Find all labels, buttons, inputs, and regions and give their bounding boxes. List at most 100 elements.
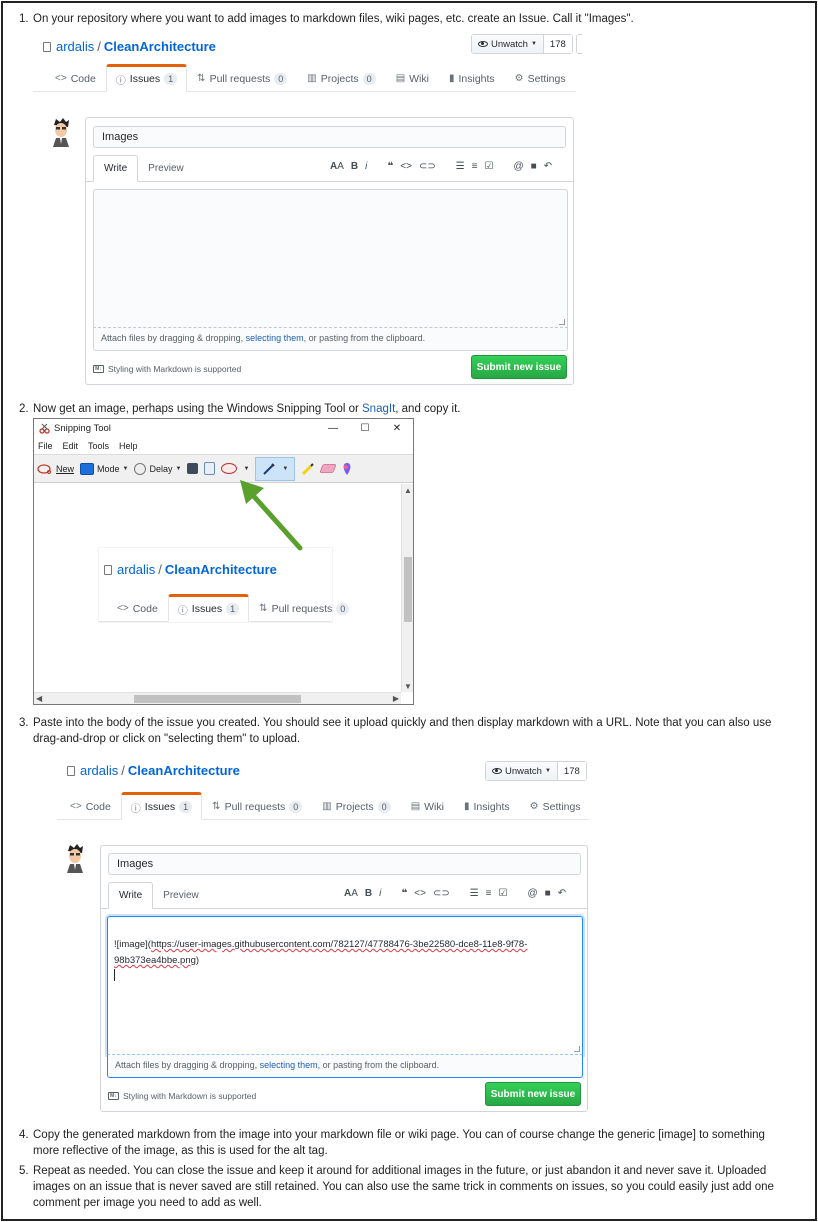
mention-icon[interactable]: @: [513, 161, 523, 172]
tab-pull-requests[interactable]: ⇅ Pull requests 0: [202, 792, 312, 820]
link-icon[interactable]: ⊂⊃: [433, 888, 450, 899]
reply-icon[interactable]: ↶: [558, 888, 566, 899]
send-snip-icon[interactable]: [221, 463, 238, 474]
code-icon[interactable]: <>: [414, 888, 426, 899]
task-list-icon[interactable]: ☑: [485, 161, 494, 172]
tab-preview[interactable]: Preview: [138, 155, 194, 181]
quote-icon[interactable]: ❝: [387, 161, 393, 172]
bold-icon[interactable]: B: [365, 888, 372, 899]
header-icon[interactable]: AA: [330, 161, 344, 172]
bookmark-icon[interactable]: ■: [545, 888, 551, 899]
bullet-list-icon[interactable]: ☰: [456, 161, 465, 172]
highlighter-icon[interactable]: [301, 462, 315, 476]
tab-issues[interactable]: ⓘ Issues 1: [105, 64, 188, 92]
repo-name-link[interactable]: CleanArchitecture: [104, 39, 216, 54]
save-icon[interactable]: [187, 463, 199, 474]
bookmark-icon[interactable]: ■: [531, 161, 537, 172]
markdown-support-note[interactable]: M↓ Styling with Markdown is supported: [108, 1091, 256, 1101]
star-button-edge[interactable]: [576, 34, 582, 54]
unwatch-button[interactable]: Unwatch ▼: [486, 762, 558, 780]
issue-title-input[interactable]: Images: [108, 853, 581, 875]
paint-3d-icon[interactable]: [341, 462, 353, 476]
pen-tool-button[interactable]: ▼: [255, 456, 296, 481]
eraser-icon[interactable]: [319, 464, 337, 473]
quote-icon[interactable]: ❝: [401, 888, 407, 899]
markdown-support-note[interactable]: M↓ Styling with Markdown is supported: [93, 364, 241, 374]
delay-button[interactable]: Delay ▼: [134, 462, 182, 475]
tab-projects[interactable]: ▥ Projects 0: [297, 64, 385, 92]
watch-button-group[interactable]: Unwatch ▼ 178: [485, 761, 587, 781]
tab-projects[interactable]: ▥ Projects 0: [312, 792, 400, 820]
menu-file[interactable]: File: [38, 441, 53, 451]
tab-preview[interactable]: Preview: [153, 882, 209, 908]
link-icon[interactable]: ⊂⊃: [419, 161, 436, 172]
step-number: 1.: [19, 13, 29, 25]
snagit-link[interactable]: SnagIt: [362, 403, 395, 415]
tab-pull-requests[interactable]: ⇅ Pull requests 0: [187, 64, 297, 92]
chevron-down-icon[interactable]: ▼: [282, 466, 288, 472]
maximize-icon[interactable]: ☐: [349, 419, 381, 438]
header-icon[interactable]: AA: [344, 888, 358, 899]
chevron-down-icon[interactable]: ▼: [123, 466, 129, 472]
clock-icon: [134, 462, 147, 475]
mode-button[interactable]: Mode ▼: [80, 462, 129, 475]
watch-button-group[interactable]: Unwatch ▼ 178: [471, 34, 573, 54]
italic-icon[interactable]: i: [365, 161, 367, 172]
resize-handle[interactable]: [559, 319, 565, 325]
tab-settings[interactable]: ⚙ Settings: [505, 64, 576, 92]
tab-issues[interactable]: ⓘ Issues 1: [120, 792, 203, 820]
issue-body-textarea[interactable]: [93, 189, 568, 328]
repo-owner-link[interactable]: ardalis: [80, 763, 118, 778]
menu-edit[interactable]: Edit: [63, 441, 79, 451]
horizontal-scrollbar[interactable]: ◀ ▶: [34, 692, 401, 704]
chevron-down-icon[interactable]: ▼: [176, 466, 182, 472]
tab-code[interactable]: <> Code: [45, 64, 106, 92]
code-icon[interactable]: <>: [400, 161, 412, 172]
selecting-them-link[interactable]: selecting them: [246, 333, 304, 343]
chevron-down-icon[interactable]: ▼: [243, 466, 249, 472]
numbered-list-icon[interactable]: ≡: [486, 888, 492, 899]
vertical-scrollbar[interactable]: ▲ ▼: [401, 484, 413, 692]
watch-count[interactable]: 178: [557, 762, 586, 780]
selecting-them-link[interactable]: selecting them: [260, 1060, 318, 1070]
tab-insights[interactable]: ▮ Insights: [439, 64, 505, 92]
task-list-icon[interactable]: ☑: [499, 888, 508, 899]
tab-wiki[interactable]: ▤ Wiki: [401, 792, 454, 820]
new-snip-button[interactable]: New: [37, 463, 74, 475]
horizontal-scroll-thumb[interactable]: [134, 695, 301, 703]
project-icon: ▥: [322, 801, 332, 812]
scroll-left-icon[interactable]: ◀: [36, 694, 42, 703]
menu-help[interactable]: Help: [119, 441, 138, 451]
scroll-down-icon[interactable]: ▼: [404, 682, 412, 691]
scroll-up-icon[interactable]: ▲: [404, 486, 412, 495]
copy-icon[interactable]: [204, 462, 216, 475]
issue-body-textarea[interactable]: ![image](https://user-images.githubuserc…: [107, 916, 583, 1055]
tab-write[interactable]: Write: [108, 882, 154, 909]
reply-icon[interactable]: ↶: [544, 161, 552, 172]
italic-icon[interactable]: i: [379, 888, 381, 899]
menu-tools[interactable]: Tools: [88, 441, 109, 451]
close-icon[interactable]: ✕: [381, 419, 413, 438]
minimize-icon[interactable]: —: [317, 419, 349, 438]
bold-icon[interactable]: B: [351, 161, 358, 172]
resize-handle[interactable]: [574, 1046, 580, 1052]
submit-new-issue-button[interactable]: Submit new issue: [471, 355, 567, 379]
vertical-scroll-thumb[interactable]: [404, 557, 412, 622]
issue-title-input[interactable]: Images: [93, 126, 566, 148]
watch-count[interactable]: 178: [543, 35, 572, 53]
tab-settings[interactable]: ⚙ Settings: [520, 792, 591, 820]
tab-insights[interactable]: ▮ Insights: [454, 792, 520, 820]
tab-wiki[interactable]: ▤ Wiki: [386, 64, 439, 92]
tab-write[interactable]: Write: [93, 155, 139, 182]
numbered-list-icon[interactable]: ≡: [472, 161, 478, 172]
tab-code[interactable]: <> Code: [60, 792, 121, 820]
repo-name-link[interactable]: CleanArchitecture: [128, 763, 240, 778]
bullet-list-icon[interactable]: ☰: [470, 888, 479, 899]
mention-icon[interactable]: @: [527, 888, 537, 899]
unwatch-button[interactable]: Unwatch ▼: [472, 35, 544, 53]
scroll-right-icon[interactable]: ▶: [393, 694, 399, 703]
submit-new-issue-button[interactable]: Submit new issue: [485, 1082, 581, 1106]
repo-owner-link[interactable]: ardalis: [56, 39, 94, 54]
mode-label: Mode: [97, 463, 120, 474]
step-2: 2. Now get an image, perhaps using the W…: [19, 401, 793, 417]
